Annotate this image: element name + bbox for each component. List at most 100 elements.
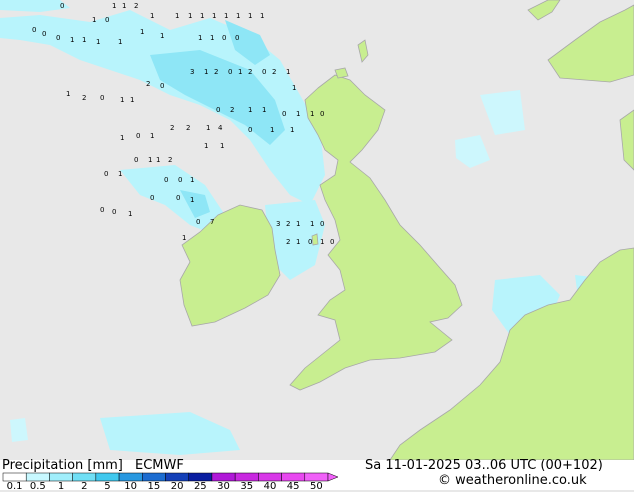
precip-value-label: 2: [230, 106, 234, 114]
precip-value-label: 1: [310, 220, 314, 228]
color-scale-label: 0.5: [29, 481, 46, 492]
precip-value-label: 0: [196, 218, 200, 226]
precip-value-label: 1: [220, 142, 224, 150]
precip-value-label: 0: [320, 220, 324, 228]
precipitation-map: 1 1 21 0 1 1 1 1 1 1 1 1 100 0 0 1 1 1 11 1 1 1 0 03 1 2 0 1 2 0 2 1102…: [0, 0, 634, 460]
precip-value-label: 0: [112, 208, 116, 216]
color-scale-swatch: [234, 472, 259, 482]
precip-value-label: 1: [200, 12, 204, 20]
precip-value-label: 1: [320, 238, 324, 246]
precip-value-label: 0: [104, 170, 108, 178]
model-name: ECMWF: [135, 458, 184, 473]
precip-value-label: 2: [272, 68, 276, 76]
color-scale-label: 50: [310, 481, 323, 492]
precip-value-label: 1: [212, 12, 216, 20]
precip-value-label: 1: [204, 68, 208, 76]
precip-value-label: 1: [204, 142, 208, 150]
precip-value-label: 1: [238, 68, 242, 76]
legend-title: Precipitation [mm]: [2, 458, 123, 473]
precip-value-label: 3: [276, 220, 280, 228]
precip-value-label: 1: [182, 234, 186, 242]
precip-value-label: 0: [60, 2, 64, 10]
precip-value-label: 2: [168, 156, 172, 164]
color-scale-label: 5: [104, 481, 111, 492]
precip-value-label: 7: [210, 218, 214, 226]
isle-of-man: [311, 233, 319, 246]
precip-value-label: 0: [150, 194, 154, 202]
precip-value-label: 1: [248, 12, 252, 20]
color-scale-label: 35: [240, 481, 254, 492]
precip-value-label: 1: [188, 12, 192, 20]
precip-value-label: 1: [150, 132, 154, 140]
color-scale-swatch: [211, 472, 236, 482]
precip-value-label: 1: [292, 84, 296, 92]
precip-value-label: 1: [118, 38, 122, 46]
valid-time: Sa 11-01-2025 03..06 UTC (00+102): [365, 458, 603, 473]
precip-value-label: 1: [148, 156, 152, 164]
precip-value-label: 2: [170, 124, 174, 132]
precip-value-label: 3: [190, 68, 194, 76]
color-scale-label: 2: [81, 481, 88, 492]
precip-value-label: 0: [136, 132, 140, 140]
color-scale-swatch: [118, 472, 143, 482]
precip-value-label: 1: [140, 28, 144, 36]
color-scale-arrow: [327, 472, 339, 482]
precip-value-label: 2: [286, 220, 290, 228]
precip-value-label: 0: [56, 34, 60, 42]
precip-value-label: 1: [270, 126, 274, 134]
precip-value-label: 0: [330, 238, 334, 246]
color-scale-swatch: [304, 472, 329, 482]
color-scale-swatch: [95, 472, 120, 482]
precip-value-label: 1: [236, 12, 240, 20]
precip-value-label: 2: [134, 2, 138, 10]
precip-value-label: 1: [198, 34, 202, 42]
color-scale-label: 20: [170, 481, 184, 492]
precip-value-label: 1: [118, 170, 122, 178]
precip-value-label: 1: [262, 106, 266, 114]
precip-value-label: 2: [146, 80, 150, 88]
color-scale-label: 45: [286, 481, 300, 492]
precip-value-label: 1: [82, 36, 86, 44]
color-scale-swatch: [25, 472, 50, 482]
color-scale-swatch: [2, 472, 27, 482]
precip-value-label: 1: [122, 2, 126, 10]
precip-value-label: 0: [32, 26, 36, 34]
color-scale-label: 25: [193, 481, 207, 492]
color-scale-swatch: [49, 472, 73, 482]
precip-value-label: 1: [290, 126, 294, 134]
color-scale-swatch: [165, 472, 189, 482]
precip-value-label: 0: [105, 16, 109, 24]
precip-value-label: 0: [222, 34, 226, 42]
precip-value-label: 0: [160, 82, 164, 90]
precip-value-label: 0: [320, 110, 324, 118]
color-scale-label: 0.1: [6, 481, 23, 492]
color-scale-swatch: [188, 472, 213, 482]
precip-value-label: 1: [130, 96, 134, 104]
precip-value-label: 1: [210, 34, 214, 42]
color-scale-label: 15: [147, 481, 161, 492]
color-scale-label: 10: [124, 481, 138, 492]
precip-value-label: 1: [150, 12, 154, 20]
precip-value-label: 1: [160, 32, 164, 40]
precip-value-label: 0: [235, 34, 239, 42]
precip-value-label: 0: [308, 238, 312, 246]
precip-value-label: 1: [190, 176, 194, 184]
precip-value-label: 1: [156, 156, 160, 164]
color-scale-swatch: [72, 472, 97, 482]
precip-value-label: 0: [216, 106, 220, 114]
precip-value-label: 1: [128, 210, 132, 218]
precip-value-label: 1: [296, 110, 300, 118]
precip-value-label: 1: [296, 220, 300, 228]
precip-value-label: 1: [296, 238, 300, 246]
precip-value-label: 0: [100, 206, 104, 214]
precip-value-label: 1: [120, 96, 124, 104]
credit-text: © weatheronline.co.uk: [438, 473, 587, 488]
precip-value-label: 0: [262, 68, 266, 76]
precip-value-label: 2: [186, 124, 190, 132]
color-scale-swatch: [258, 472, 282, 482]
precip-value-label: 0: [248, 126, 252, 134]
precip-value-label: 1: [286, 68, 290, 76]
color-scale-label: 40: [263, 481, 277, 492]
precip-value-label: 1: [224, 12, 228, 20]
color-scale-label: 30: [217, 481, 230, 492]
